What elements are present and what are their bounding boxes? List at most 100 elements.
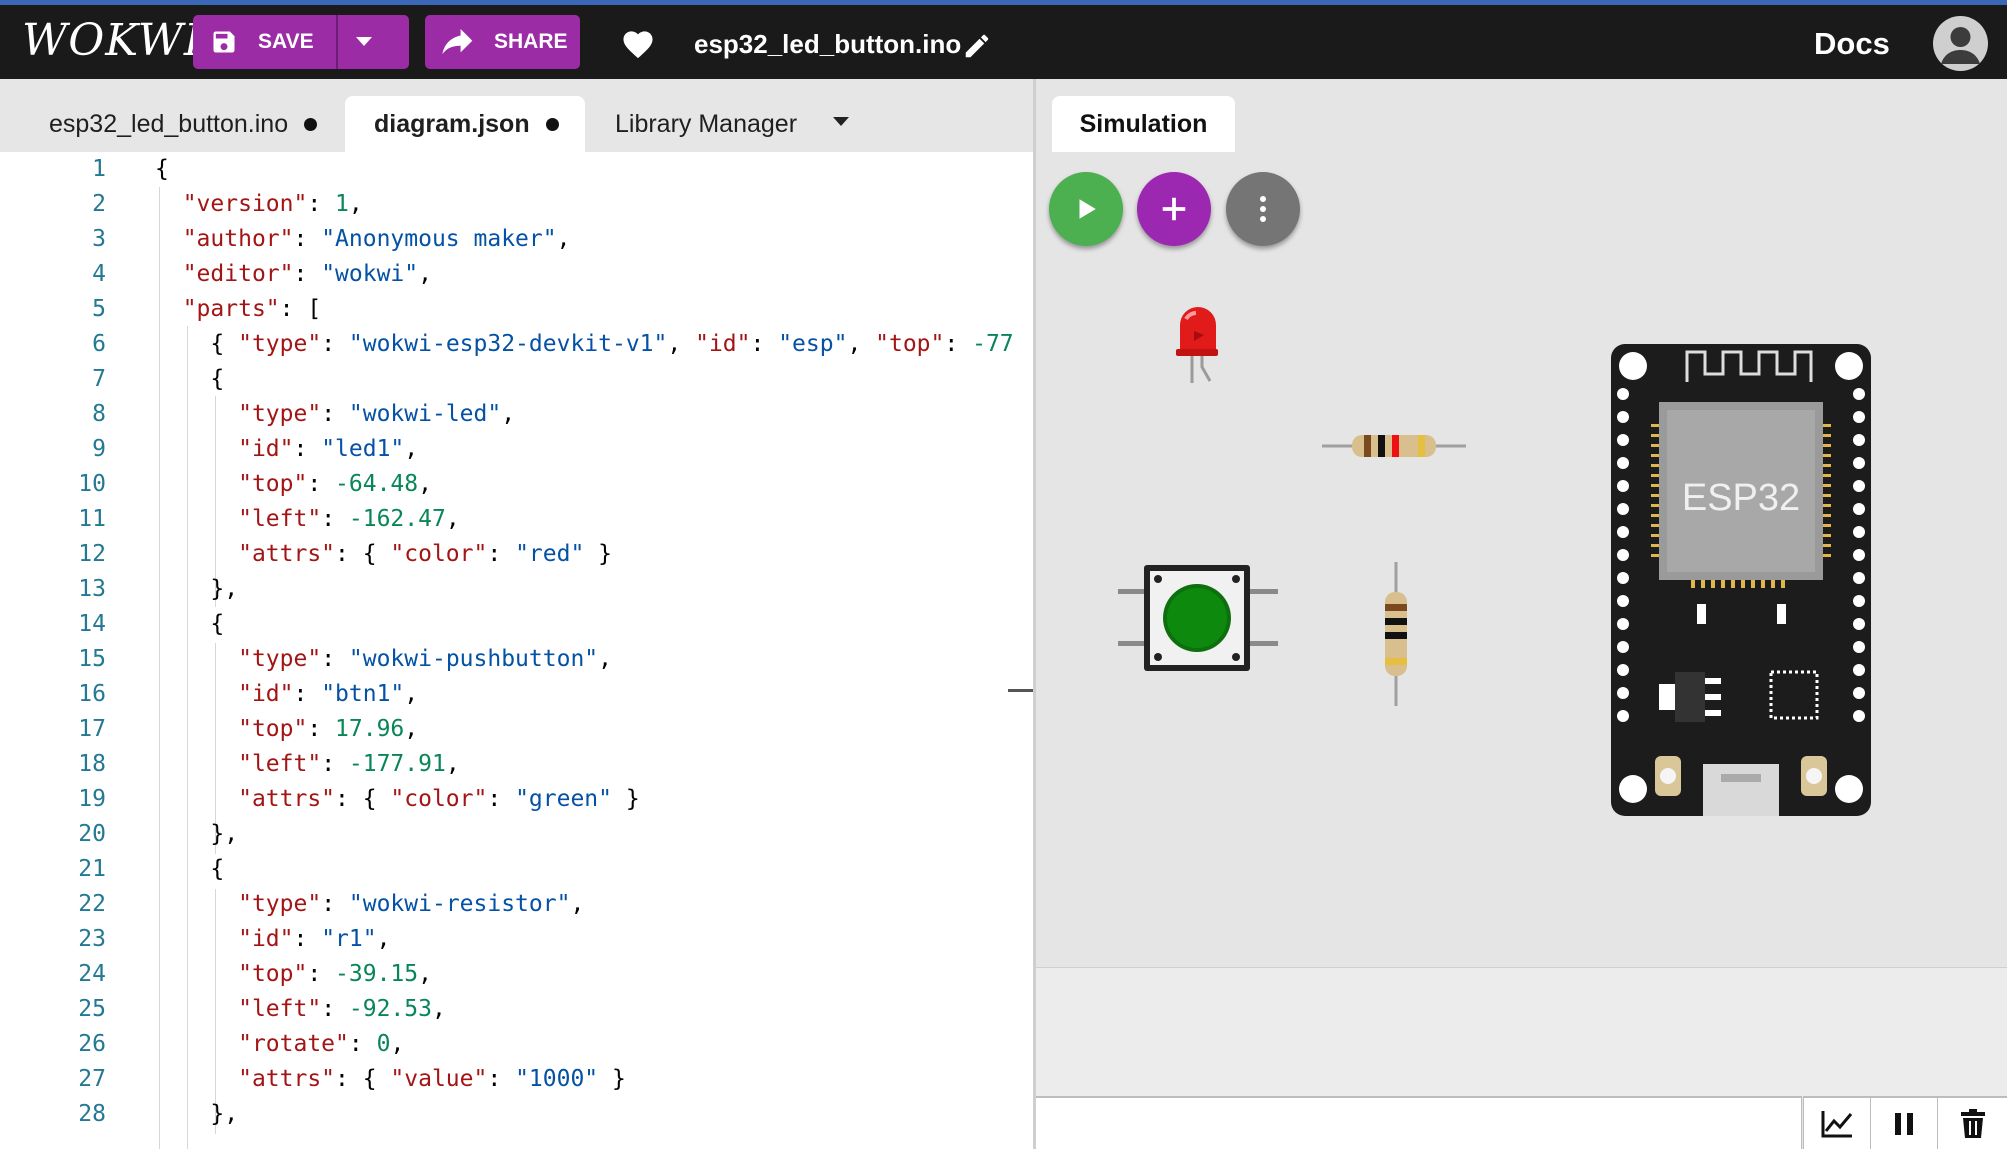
more-options-button[interactable]: [1226, 172, 1300, 246]
line-number: 13: [78, 576, 106, 602]
code-line: 5 "parts": [: [0, 292, 1033, 327]
project-filename[interactable]: esp32_led_button.ino: [694, 29, 961, 60]
code-line: 20 },: [0, 817, 1033, 852]
wokwi-logo[interactable]: WOKWI: [22, 15, 202, 66]
tab-sketch-ino[interactable]: esp32_led_button.ino: [25, 96, 330, 152]
chart-icon: [1821, 1110, 1853, 1137]
tab-diagram-json[interactable]: diagram.json: [345, 96, 585, 152]
code-line: 28 },: [0, 1097, 1033, 1132]
line-number: 26: [78, 1031, 106, 1057]
pushbutton-part[interactable]: [1118, 563, 1278, 673]
line-number: 24: [78, 961, 106, 987]
line-number: 18: [78, 751, 106, 777]
line-number: 8: [92, 401, 106, 427]
code-line: 10 "top": -64.48,: [0, 467, 1033, 502]
code-line: 1{: [0, 152, 1033, 187]
line-number: 15: [78, 646, 106, 672]
line-number: 25: [78, 996, 106, 1022]
tab-label: esp32_led_button.ino: [49, 109, 289, 138]
start-simulation-button[interactable]: [1049, 172, 1123, 246]
pencil-icon[interactable]: [962, 31, 992, 61]
code-line: 4 "editor": "wokwi",: [0, 257, 1033, 292]
simulation-tabbar: Simulation: [1036, 79, 2007, 152]
editor-tabbar: esp32_led_button.ino diagram.json Librar…: [0, 79, 1033, 152]
tab-simulation[interactable]: Simulation: [1052, 96, 1235, 152]
code-line: 22 "type": "wokwi-resistor",: [0, 887, 1033, 922]
line-number: 20: [78, 821, 106, 847]
chevron-down-icon: [355, 37, 372, 46]
editor-scroll-marker[interactable]: [1008, 689, 1033, 692]
line-number: 2: [92, 191, 106, 217]
more-vert-icon: [1260, 196, 1266, 222]
line-number: 16: [78, 681, 106, 707]
play-icon: [1079, 199, 1096, 219]
clear-monitor-button[interactable]: [1937, 1096, 2007, 1149]
tab-label: diagram.json: [374, 109, 530, 138]
code-editor[interactable]: 1{ 2 "version": 1, 3 "author": "Anonymou…: [0, 152, 1033, 1149]
line-number: 7: [92, 366, 106, 392]
code-line: 17 "top": 17.96,: [0, 712, 1033, 747]
plus-icon: [1162, 197, 1186, 221]
code-line: 6 { "type": "wokwi-esp32-devkit-v1", "id…: [0, 327, 1033, 362]
line-number: 12: [78, 541, 106, 567]
line-number: 21: [78, 856, 106, 882]
line-number: 14: [78, 611, 106, 637]
line-number: 9: [92, 436, 106, 462]
tabs-menu-caret-icon[interactable]: [833, 117, 849, 126]
account-button[interactable]: [1933, 16, 1988, 71]
simulation-canvas[interactable]: ESP32: [1036, 152, 2007, 967]
serial-monitor-output: [1036, 967, 2007, 1097]
code-line: 13 },: [0, 572, 1033, 607]
line-number: 22: [78, 891, 106, 917]
pause-icon: [1895, 1112, 1913, 1135]
code-line: 11 "left": -162.47,: [0, 502, 1033, 537]
line-number: 19: [78, 786, 106, 812]
serial-plotter-button[interactable]: [1803, 1096, 1870, 1149]
board-label: ESP32: [1682, 477, 1800, 519]
share-icon: [442, 29, 473, 55]
code-line: 2 "version": 1,: [0, 187, 1033, 222]
code-line: 15 "type": "wokwi-pushbutton",: [0, 642, 1033, 677]
code-line: 16 "id": "btn1",: [0, 677, 1033, 712]
share-label: SHARE: [494, 30, 568, 53]
code-line: 14 {: [0, 607, 1033, 642]
line-number: 17: [78, 716, 106, 742]
line-number: 5: [92, 296, 106, 322]
code-line: 21 {: [0, 852, 1033, 887]
code-line: 7 {: [0, 362, 1033, 397]
tab-library-manager[interactable]: Library Manager: [598, 96, 858, 152]
led-part[interactable]: [1172, 305, 1224, 385]
serial-monitor-input[interactable]: [1036, 1096, 1802, 1149]
code-line: 19 "attrs": { "color": "green" }: [0, 782, 1033, 817]
resistor-part[interactable]: [1322, 430, 1466, 462]
heart-icon[interactable]: [620, 27, 656, 59]
app-header: WOKWI SAVE SHARE esp32_led_button.ino Do…: [0, 5, 2007, 79]
save-icon: [213, 31, 235, 53]
code-line: 25 "left": -92.53,: [0, 992, 1033, 1027]
line-number: 11: [78, 506, 106, 532]
save-options-dropdown[interactable]: [336, 15, 409, 69]
line-number: 4: [92, 261, 106, 287]
esp32-board-part[interactable]: ESP32: [1611, 344, 1871, 816]
line-number: 3: [92, 226, 106, 252]
trash-icon: [1960, 1108, 1985, 1138]
add-part-button[interactable]: [1137, 172, 1211, 246]
code-line: 3 "author": "Anonymous maker",: [0, 222, 1033, 257]
unsaved-dot-icon: [304, 117, 318, 131]
line-number: 6: [92, 331, 106, 357]
code-line: 24 "top": -39.15,: [0, 957, 1033, 992]
docs-link[interactable]: Docs: [1814, 26, 1890, 62]
save-label: SAVE: [258, 30, 314, 53]
code-line: 8 "type": "wokwi-led",: [0, 397, 1033, 432]
code-line: 23 "id": "r1",: [0, 922, 1033, 957]
save-button[interactable]: SAVE: [193, 15, 336, 69]
line-number: 27: [78, 1066, 106, 1092]
resistor-part[interactable]: [1380, 562, 1412, 706]
share-button[interactable]: SHARE: [425, 15, 580, 69]
code-line: 12 "attrs": { "color": "red" }: [0, 537, 1033, 572]
editor-pane: esp32_led_button.ino diagram.json Librar…: [0, 79, 1033, 1149]
simulation-pane: Simulation ESP32: [1036, 79, 2007, 1149]
pause-button[interactable]: [1870, 1096, 1937, 1149]
unsaved-dot-icon: [545, 117, 559, 131]
code-line: 9 "id": "led1",: [0, 432, 1033, 467]
